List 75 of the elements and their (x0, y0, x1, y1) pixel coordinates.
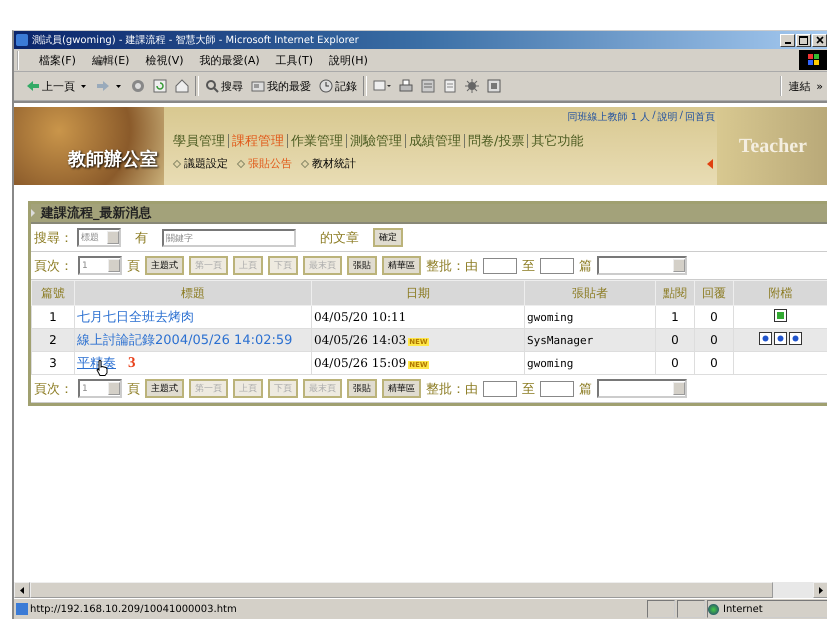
pager-button[interactable]: 主題式 (145, 379, 184, 398)
batch-label: 篇 (579, 258, 592, 274)
nav-tab[interactable]: 學員管理 (170, 132, 228, 150)
menu-item[interactable]: 檔案(F) (33, 50, 82, 70)
menu-item[interactable]: 我的最愛(A) (194, 50, 266, 70)
nav-tab[interactable]: 問卷/投票 (465, 132, 528, 150)
pager-button[interactable]: 精華區 (382, 379, 421, 398)
subnav-link[interactable]: 教材統計 (302, 156, 356, 171)
subnav-link[interactable]: 議題設定 (174, 156, 228, 171)
confirm-button[interactable]: 確定 (373, 228, 403, 247)
text-label: 有 (135, 230, 148, 246)
favorites-button[interactable]: 我的最愛 (249, 76, 313, 96)
batch-label: 整批：由 (426, 380, 478, 398)
date-text: 04/05/26 15:09 (314, 356, 406, 370)
keyword-field[interactable]: 關鍵字 (162, 228, 296, 246)
batch-label: 篇 (579, 380, 592, 398)
table-cell: 0 (656, 352, 694, 374)
logo-text: 教師辦公室 (68, 148, 158, 171)
panel-title: 建課流程_最新消息 (41, 204, 152, 222)
menu-item[interactable]: 說明(H) (323, 50, 374, 70)
page-label: 頁次： (34, 380, 73, 398)
table-cell: 0 (694, 328, 734, 352)
pager-button[interactable]: 主題式 (145, 256, 184, 275)
separator-slash: / (652, 110, 656, 123)
text-label: 的文章 (320, 230, 359, 246)
column-header: 附檔 (734, 280, 827, 306)
pager-button[interactable]: 張貼 (347, 256, 377, 275)
nav-tab[interactable]: 作業管理 (288, 132, 346, 150)
page-dropdown[interactable]: 1 (78, 379, 122, 398)
menu-item[interactable]: 編輯(E) (86, 50, 136, 70)
nav-tab[interactable]: 測驗管理 (347, 132, 405, 150)
batch-label: 整批：由 (426, 258, 478, 274)
column-header: 日期 (312, 280, 524, 306)
links-label[interactable]: 連結 (788, 78, 810, 94)
nav-tab[interactable]: 成績管理 (406, 132, 464, 150)
chevron[interactable]: » (816, 80, 823, 92)
search-button[interactable]: 搜尋 (203, 76, 245, 96)
subnav-link[interactable]: 張貼公告 (238, 156, 292, 171)
column-header: 篇號 (32, 280, 74, 306)
table-cell: 2 (32, 328, 74, 352)
table-cell: gwoming (524, 352, 656, 374)
pager-button[interactable]: 精華區 (382, 256, 421, 275)
header-link[interactable]: 同班線上教師 1 人 (568, 110, 650, 124)
annotation-number: 3 (128, 355, 136, 371)
banner-word: Teacher (738, 134, 808, 158)
zone-label: Internet (723, 604, 763, 614)
page-label: 頁次： (34, 258, 73, 274)
date-text: 04/05/26 14:03 (314, 333, 406, 347)
nav-tab[interactable]: 其它功能 (528, 132, 586, 150)
batch-label: 至 (522, 380, 535, 398)
column-header: 張貼者 (524, 280, 656, 306)
table-cell: SysManager (524, 328, 656, 352)
header-link[interactable]: 說明 (658, 110, 678, 124)
history-button[interactable]: 記錄 (317, 76, 359, 96)
menu-item[interactable]: 工具(T) (270, 50, 319, 70)
back-button[interactable]: 上一頁 (24, 76, 77, 96)
batch-label: 至 (522, 258, 535, 274)
separator-slash: / (680, 110, 683, 123)
search-label: 搜尋： (34, 230, 73, 246)
pager-button[interactable]: 張貼 (347, 379, 377, 398)
page-unit: 頁 (127, 258, 140, 274)
date-text: 04/05/20 10:11 (314, 310, 406, 324)
page-dropdown[interactable]: 1 (78, 256, 122, 275)
column-header: 標題 (74, 280, 312, 306)
field-dropdown[interactable]: 標題 (77, 228, 121, 247)
column-header: 回覆 (694, 280, 734, 306)
table-cell: 3 (32, 352, 74, 374)
page-unit: 頁 (127, 380, 140, 398)
status-url: http://192.168.10.209/10041000003.htm (30, 604, 238, 614)
column-header: 點閱 (656, 280, 694, 306)
header-link[interactable]: 回首頁 (685, 110, 715, 124)
table-cell: 0 (656, 328, 694, 352)
window-title: 測試員(gwoming) - 建課流程 - 智慧大師 - Microsoft Internet Explorer (32, 34, 360, 47)
menu-item[interactable]: 檢視(V) (139, 50, 190, 70)
table-cell: 0 (694, 352, 734, 374)
